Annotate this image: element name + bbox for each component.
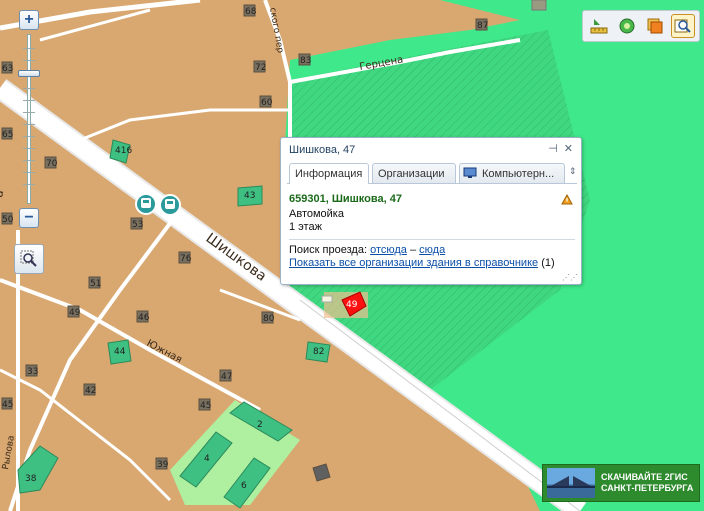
pin-icon[interactable]: ⊣	[548, 142, 558, 155]
globe-icon	[619, 18, 635, 34]
zoom-out-button[interactable]: −	[19, 208, 39, 228]
svg-text:83: 83	[300, 56, 311, 66]
close-icon[interactable]: ✕	[564, 142, 573, 155]
svg-text:76: 76	[180, 254, 192, 264]
zoom-slider-handle[interactable]	[18, 70, 40, 78]
building-type: Автомойка	[289, 208, 344, 220]
route-to-link[interactable]: сюда	[419, 244, 445, 256]
svg-text:46: 46	[138, 313, 150, 323]
ruler-button[interactable]	[587, 14, 611, 38]
search-area-button[interactable]	[671, 14, 695, 38]
layers-icon	[647, 18, 663, 34]
address: 659301, Шишкова, 47	[289, 193, 402, 205]
tabs-scroll-icon[interactable]: ⇕	[569, 166, 577, 177]
bus-stop-icon[interactable]	[159, 194, 181, 216]
tab-organizations[interactable]: Организации	[372, 163, 456, 183]
zoom-in-button[interactable]: +	[19, 10, 39, 30]
monitor-icon	[463, 167, 477, 178]
building-floors: 1 этаж	[289, 221, 322, 233]
svg-text:49: 49	[346, 300, 358, 310]
zoom-control: + −	[14, 8, 44, 230]
tab-information[interactable]: Информация	[289, 163, 369, 184]
svg-text:49: 49	[69, 308, 81, 318]
zoom-area-button[interactable]	[14, 244, 44, 274]
svg-text:87: 87	[477, 21, 488, 31]
svg-text:63: 63	[2, 64, 13, 74]
globe-button[interactable]	[615, 14, 639, 38]
bridge-image	[547, 468, 595, 498]
svg-text:82: 82	[313, 347, 324, 357]
svg-text:65: 65	[2, 130, 13, 140]
popup-title: Шишкова, 47	[289, 144, 356, 156]
route-from-link[interactable]: отсюда	[370, 244, 407, 256]
svg-text:51: 51	[90, 279, 101, 289]
svg-text:43: 43	[244, 191, 255, 201]
route-label: Поиск проезда:	[289, 244, 367, 256]
svg-text:6: 6	[241, 481, 247, 491]
svg-text:416: 416	[115, 146, 132, 156]
info-popup: Шишкова, 47 ⊣ ✕ Информация Организации К…	[280, 137, 582, 285]
svg-text:50: 50	[2, 215, 14, 225]
svg-text:60: 60	[261, 98, 273, 108]
magnifier-icon	[20, 250, 37, 267]
show-orgs: Показать все организации здания в справо…	[289, 257, 575, 270]
show-orgs-count: (1)	[541, 257, 555, 269]
svg-text:72: 72	[255, 63, 266, 73]
svg-text:4: 4	[204, 454, 210, 464]
svg-text:47: 47	[221, 372, 232, 382]
layers-button[interactable]	[643, 14, 667, 38]
route-dash: –	[409, 244, 417, 256]
ruler-icon	[590, 19, 608, 34]
popup-body: 659301, Шишкова, 47 Автомойка 1 этаж Пои…	[289, 193, 575, 270]
svg-text:53: 53	[132, 220, 143, 230]
svg-text:39: 39	[157, 460, 169, 470]
popup-tabs: Информация Организации Компьютерн... ⇕	[287, 163, 577, 184]
svg-text:80: 80	[263, 314, 275, 324]
route-search: Поиск проезда: отсюда – сюда	[289, 244, 575, 257]
svg-text:33: 33	[27, 367, 38, 377]
svg-text:68: 68	[245, 7, 257, 17]
bus-stop-icon[interactable]	[135, 193, 157, 215]
svg-text:70: 70	[46, 159, 58, 169]
svg-text:2: 2	[257, 420, 263, 430]
banner-line-1: СКАЧИВАЙТЕ 2ГИС	[601, 472, 688, 482]
search-area-icon	[674, 19, 691, 33]
svg-text:38: 38	[25, 474, 37, 484]
resize-grip-icon[interactable]: ⋰⋰	[562, 273, 578, 282]
computer-tab-label: Компьютерн...	[482, 167, 555, 180]
show-orgs-link[interactable]: Показать все организации здания в справо…	[289, 257, 538, 269]
promo-banner[interactable]: СКАЧИВАЙТЕ 2ГИС САНКТ-ПЕТЕРБУРГА	[542, 464, 700, 502]
banner-line-2: САНКТ-ПЕТЕРБУРГА	[601, 483, 694, 493]
svg-text:45: 45	[200, 401, 211, 411]
svg-text:42: 42	[85, 386, 96, 396]
map-toolbar	[582, 10, 700, 42]
svg-text:45: 45	[2, 400, 13, 410]
svg-text:44: 44	[114, 347, 126, 357]
